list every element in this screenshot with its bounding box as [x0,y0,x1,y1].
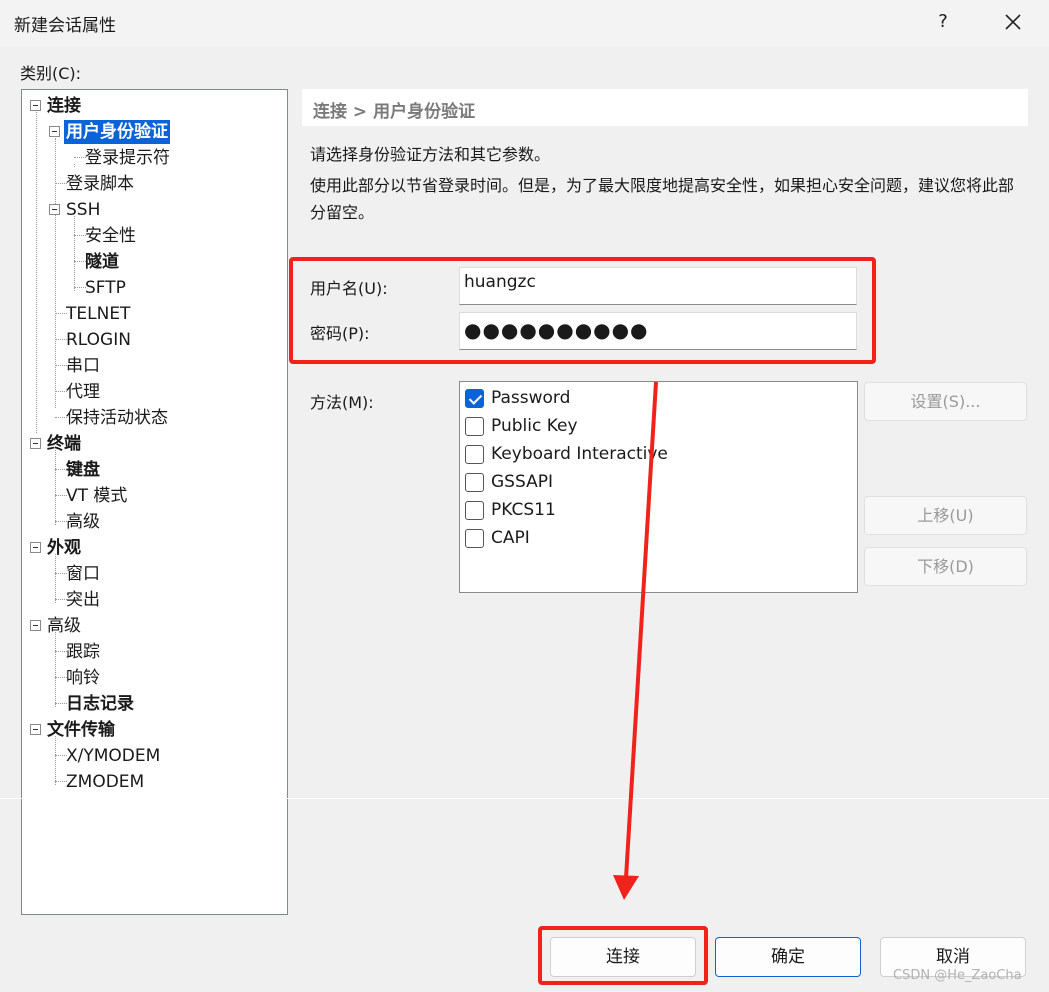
method-label-text: Password [491,388,571,408]
checkbox-icon[interactable] [465,529,484,548]
tree-item-advanced[interactable]: 高级 [47,614,81,638]
window-title: 新建会话属性 [14,16,116,36]
method-label-text: Public Key [491,416,578,436]
tree-item-proxy[interactable]: 代理 [66,380,100,404]
collapse-icon[interactable] [30,100,41,111]
ok-button[interactable]: 确定 [715,937,861,977]
collapse-icon[interactable] [30,620,41,631]
tree-item-keyboard[interactable]: 键盘 [66,458,100,482]
tree-item-terminal[interactable]: 终端 [47,432,81,456]
tree-item-highlight[interactable]: 突出 [66,588,100,612]
close-button[interactable] [995,6,1031,38]
tree-item-vt-modes[interactable]: VT 模式 [66,484,127,508]
collapse-icon[interactable] [30,438,41,449]
collapse-icon[interactable] [49,204,60,215]
tree-item-trace[interactable]: 跟踪 [66,640,100,664]
method-label-text: Keyboard Interactive [491,444,668,464]
tree-item-ssh[interactable]: SSH [66,198,100,222]
tree-item-terminal-advanced[interactable]: 高级 [66,510,100,534]
title-bar: 新建会话属性 ? [0,0,1049,46]
close-icon [1005,14,1021,30]
settings-button[interactable]: 设置(S)... [864,382,1027,421]
tree-item-window[interactable]: 窗口 [66,562,100,586]
method-label: 方法(M): [310,393,374,412]
method-label-text: CAPI [491,528,530,548]
move-up-button[interactable]: 上移(U) [864,496,1027,535]
password-input[interactable]: ●●●●●●●●●● [459,312,857,350]
collapse-icon[interactable] [49,126,60,137]
tree-item-login-scripts[interactable]: 登录脚本 [66,172,134,196]
collapse-icon[interactable] [30,724,41,735]
description-line-1: 请选择身份验证方法和其它参数。 [310,145,551,164]
checkbox-icon[interactable] [465,417,484,436]
category-tree[interactable]: 连接 用户身份验证 登录提示符 登录脚本 SSH 安全性 隧道 SFTP TEL… [21,89,288,915]
method-list[interactable]: Password Public Key Keyboard Interactive… [459,381,858,593]
tree-item-security[interactable]: 安全性 [85,224,136,248]
password-label: 密码(P): [310,324,370,343]
tree-item-sftp[interactable]: SFTP [85,276,126,300]
tree-item-tunneling[interactable]: 隧道 [85,250,119,274]
tree-item-connection[interactable]: 连接 [47,94,81,118]
method-label-text: GSSAPI [491,472,553,492]
checkbox-icon[interactable] [465,473,484,492]
tree-item-bell[interactable]: 响铃 [66,666,100,690]
category-label: 类别(C): [20,64,82,83]
tree-item-logging[interactable]: 日志记录 [66,692,134,716]
watermark: CSDN @He_ZaoCha [893,968,1022,983]
breadcrumb-bar: 连接 > 用户身份验证 [302,89,1028,126]
move-down-button[interactable]: 下移(D) [864,547,1027,586]
tree-item-appearance[interactable]: 外观 [47,536,81,560]
tree-item-rlogin[interactable]: RLOGIN [66,328,131,352]
tree-item-login-prompts[interactable]: 登录提示符 [85,146,170,170]
checkbox-checked-icon[interactable] [465,389,484,408]
tree-item-telnet[interactable]: TELNET [66,302,130,326]
method-label-text: PKCS11 [491,500,556,520]
checkbox-icon[interactable] [465,501,484,520]
username-input[interactable]: huangzc [459,267,857,305]
help-button[interactable]: ? [928,6,958,38]
tree-item-xymodem[interactable]: X/YMODEM [66,744,160,768]
collapse-icon[interactable] [30,542,41,553]
username-label: 用户名(U): [310,279,388,298]
checkbox-icon[interactable] [465,445,484,464]
connect-button[interactable]: 连接 [550,937,696,977]
divider [0,798,1049,799]
tree-item-file-transfer[interactable]: 文件传输 [47,718,115,742]
tree-item-user-auth[interactable]: 用户身份验证 [64,120,170,144]
tree-item-keep-alive[interactable]: 保持活动状态 [66,406,168,430]
tree-item-serial[interactable]: 串口 [66,354,100,378]
breadcrumb: 连接 > 用户身份验证 [313,102,476,122]
tree-item-zmodem[interactable]: ZMODEM [66,770,144,794]
description-line-2: 使用此部分以节省登录时间。但是，为了最大限度地提高安全性，如果担心安全问题，建议… [310,176,1015,222]
